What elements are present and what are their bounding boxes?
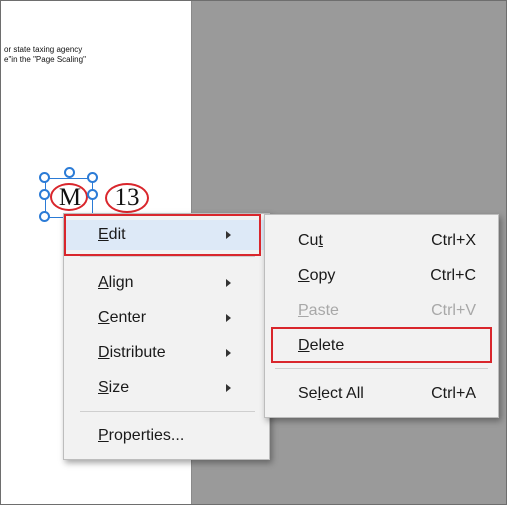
- resize-handle-top-right[interactable]: [87, 172, 98, 183]
- submenu-item-label: Select All: [298, 385, 364, 402]
- submenu-item-label: Copy: [298, 267, 336, 284]
- menu-item-distribute[interactable]: Distribute: [64, 338, 269, 368]
- resize-handle-bottom-left[interactable]: [39, 211, 50, 222]
- menu-item-label: Center: [98, 309, 147, 326]
- menu-item-label: Properties...: [98, 427, 185, 444]
- resize-handle-top[interactable]: [64, 167, 75, 178]
- resize-handle-left[interactable]: [39, 189, 50, 200]
- submenu-item-label: Cut: [298, 232, 323, 249]
- submenu-item-label: Paste: [298, 302, 339, 319]
- document-text-line: e"in the "Page Scaling": [4, 55, 86, 64]
- menu-item-label: Distribute: [98, 344, 166, 361]
- shortcut-text: Ctrl+A: [431, 385, 476, 402]
- menu-item-size[interactable]: Size: [64, 373, 269, 403]
- screenshot-frame: or state taxing agency e"in the "Page Sc…: [0, 0, 507, 505]
- edit-highlight-box: [64, 214, 261, 256]
- selection-box[interactable]: [45, 178, 93, 218]
- submenu-item-cut[interactable]: Cut Ctrl+X: [265, 226, 498, 256]
- shortcut-text: Ctrl+X: [431, 232, 476, 249]
- menu-separator: [275, 368, 488, 369]
- submenu-arrow-icon: [226, 384, 231, 392]
- delete-highlight-box: [271, 327, 492, 363]
- field-13-highlight-ring: [105, 183, 149, 213]
- resize-handle-right[interactable]: [87, 189, 98, 200]
- menu-item-label: Size: [98, 379, 130, 396]
- document-text-line: or state taxing agency: [4, 45, 83, 54]
- submenu-arrow-icon: [226, 314, 231, 322]
- submenu-item-paste: Paste Ctrl+V: [265, 296, 498, 326]
- submenu-item-copy[interactable]: Copy Ctrl+C: [265, 261, 498, 291]
- edit-submenu: Cut Ctrl+X Copy Ctrl+C Paste Ctrl+V Dele…: [264, 214, 499, 418]
- menu-item-label: Align: [98, 274, 134, 291]
- menu-item-properties[interactable]: Properties...: [64, 421, 269, 451]
- menu-separator: [80, 256, 255, 257]
- menu-item-align[interactable]: Align: [64, 268, 269, 298]
- shortcut-text: Ctrl+C: [430, 267, 476, 284]
- submenu-item-select-all[interactable]: Select All Ctrl+A: [265, 379, 498, 409]
- submenu-arrow-icon: [226, 349, 231, 357]
- submenu-arrow-icon: [226, 279, 231, 287]
- resize-handle-top-left[interactable]: [39, 172, 50, 183]
- menu-item-center[interactable]: Center: [64, 303, 269, 333]
- menu-separator: [80, 411, 255, 412]
- shortcut-text: Ctrl+V: [431, 302, 476, 319]
